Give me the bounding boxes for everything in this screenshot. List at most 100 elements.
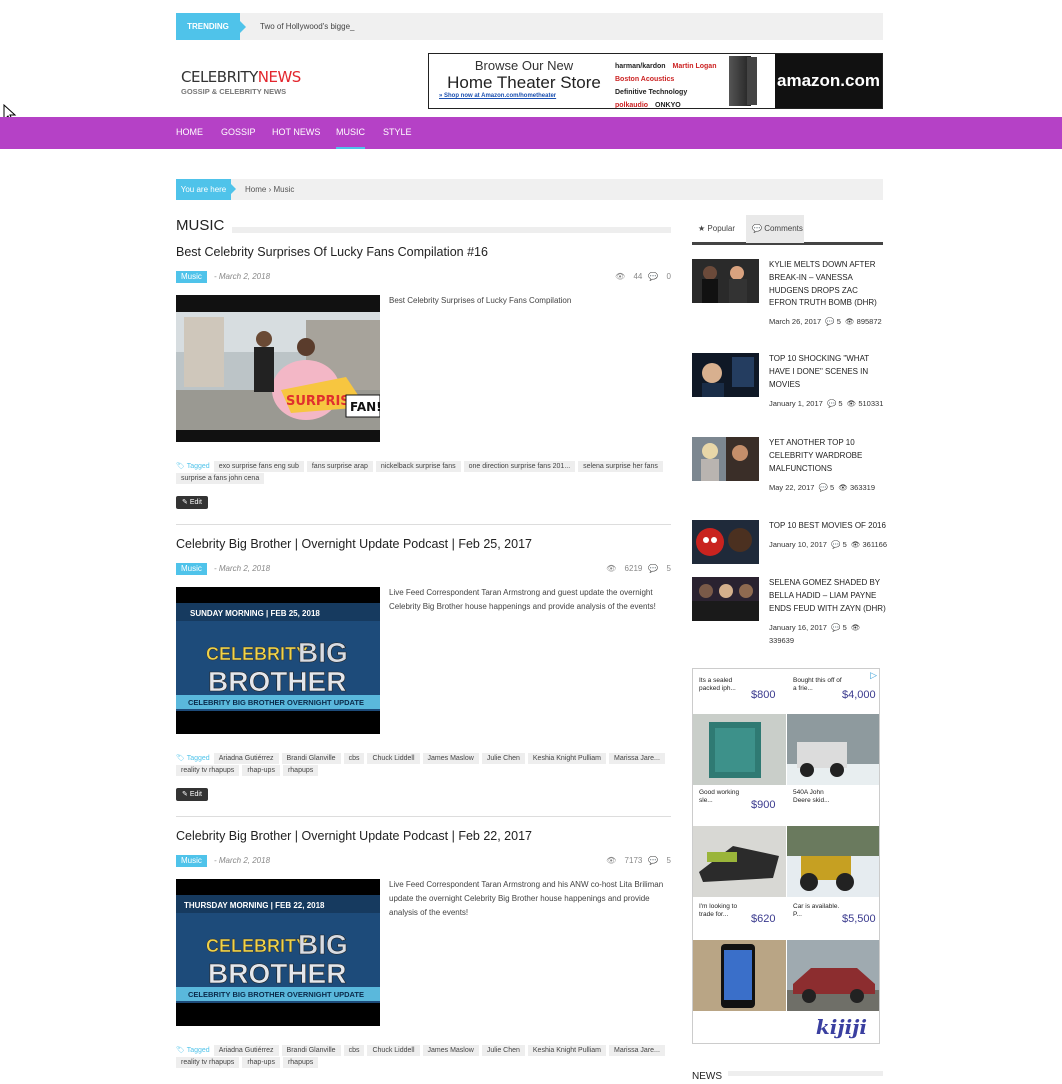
- popular-meta: January 1, 2017 💬 5 👁 510331: [769, 399, 884, 408]
- view-count: 44: [633, 272, 643, 281]
- eye-icon: 👁: [606, 856, 617, 865]
- popular-title[interactable]: SELENA GOMEZ SHADED BY BELLA HADID – LIA…: [769, 577, 887, 615]
- popular-title[interactable]: KYLIE MELTS DOWN AFTER BREAK-IN – VANESS…: [769, 259, 887, 310]
- speaker-image-2: [747, 57, 757, 105]
- comment-count: 0: [666, 272, 671, 281]
- tag-link[interactable]: rhap-ups: [242, 1057, 280, 1068]
- site-logo[interactable]: CELEBRITYNEWS GOSSIP & CELEBRITY NEWS: [181, 68, 301, 96]
- tag-link[interactable]: reality tv rhapups: [176, 1057, 240, 1068]
- tag-link[interactable]: Brandi Glanville: [281, 753, 341, 764]
- tag-link[interactable]: cbs: [343, 753, 365, 764]
- edit-button[interactable]: ✎ Edit: [176, 788, 208, 801]
- post-thumbnail[interactable]: THURSDAY MORNING | FEB 22, 2018 CELEBRIT…: [176, 879, 380, 1026]
- post-title[interactable]: Celebrity Big Brother | Overnight Update…: [176, 537, 671, 553]
- tag-link[interactable]: Chuck Liddell: [367, 753, 420, 764]
- view-count: 6219: [624, 564, 643, 573]
- post-thumbnail[interactable]: SURPRISE! FAN!: [176, 295, 380, 442]
- kijiji-ad[interactable]: ▷ Its a sealed packed iph... $800 Bought…: [692, 668, 880, 1044]
- nav-gossip[interactable]: GOSSIP: [221, 117, 256, 149]
- tag-link[interactable]: Ariadna Gutiérrez: [213, 1045, 279, 1056]
- nav-music[interactable]: MUSIC: [336, 117, 365, 149]
- logo-celebrity: CELEBRITY: [181, 68, 258, 86]
- post-date: - March 2, 2018: [214, 856, 271, 865]
- ad-image[interactable]: [693, 826, 786, 897]
- popular-meta: January 16, 2017 💬 5 👁 339639: [769, 623, 861, 645]
- ad-image[interactable]: [787, 940, 879, 1011]
- ad-listing[interactable]: Its a sealed packed iph... $800: [693, 669, 786, 785]
- category-badge[interactable]: Music: [176, 563, 207, 575]
- popular-thumbnail[interactable]: [692, 259, 759, 303]
- nav-home[interactable]: HOME: [176, 117, 203, 149]
- nav-hot-news[interactable]: HOT NEWS: [272, 117, 320, 149]
- tag-link[interactable]: Keshia Knight Pulliam: [527, 1045, 606, 1056]
- tag-link[interactable]: Chuck Liddell: [367, 1045, 420, 1056]
- popular-title[interactable]: YET ANOTHER TOP 10 CELEBRITY WARDROBE MA…: [769, 437, 887, 475]
- post-item: Celebrity Big Brother | Overnight Update…: [176, 829, 671, 1079]
- category-badge[interactable]: Music: [176, 271, 207, 283]
- tag-link[interactable]: Julie Chen: [481, 753, 525, 764]
- post-title[interactable]: Celebrity Big Brother | Overnight Update…: [176, 829, 671, 845]
- trending-headline[interactable]: Two of Hollywood's bigge_: [260, 13, 354, 41]
- tag-link[interactable]: surprise a fans john cena: [176, 473, 265, 484]
- tag-link[interactable]: reality tv rhapups: [176, 765, 240, 776]
- popular-thumbnail[interactable]: [692, 437, 759, 481]
- popular-title[interactable]: TOP 10 BEST MOVIES OF 2016: [769, 520, 887, 533]
- tag-link[interactable]: Marissa Jare...: [608, 753, 665, 764]
- nav-style[interactable]: STYLE: [383, 117, 412, 149]
- trending-bar: TRENDING Two of Hollywood's bigge_: [176, 13, 883, 40]
- tag-link[interactable]: rhapups: [282, 1057, 319, 1068]
- tab-popular[interactable]: ★ Popular: [698, 215, 735, 243]
- ad-listing[interactable]: Bought this off of a frie... $4,000: [787, 669, 879, 785]
- star-icon: ★: [698, 224, 706, 233]
- ad-image[interactable]: [693, 940, 786, 1011]
- tag-link[interactable]: selena surprise her fans: [578, 461, 663, 472]
- banner-ad[interactable]: Browse Our New Home Theater Store » Shop…: [428, 53, 883, 109]
- popular-item[interactable]: SELENA GOMEZ SHADED BY BELLA HADID – LIA…: [692, 577, 886, 649]
- comment-icon: 💬: [648, 856, 659, 865]
- breadcrumb-path[interactable]: Home › Music: [245, 179, 294, 200]
- ad-image[interactable]: [787, 826, 879, 897]
- popular-title[interactable]: TOP 10 SHOCKING "WHAT HAVE I DONE" SCENE…: [769, 353, 887, 391]
- post-item: Celebrity Big Brother | Overnight Update…: [176, 537, 671, 812]
- tag-link[interactable]: cbs: [343, 1045, 365, 1056]
- tag-link[interactable]: rhapups: [282, 765, 319, 776]
- category-badge[interactable]: Music: [176, 855, 207, 867]
- kijiji-logo: kijiji: [815, 1015, 867, 1039]
- thumb-caption-2: FAN!: [350, 400, 380, 414]
- tag-link[interactable]: one direction surprise fans 201...: [463, 461, 576, 472]
- tag-link[interactable]: James Maslow: [422, 1045, 479, 1056]
- eye-icon: 👁: [615, 272, 626, 281]
- tag-link[interactable]: Marissa Jare...: [608, 1045, 665, 1056]
- edit-button[interactable]: ✎ Edit: [176, 496, 208, 509]
- tag-link[interactable]: Brandi Glanville: [281, 1045, 341, 1056]
- post-title[interactable]: Best Celebrity Surprises Of Lucky Fans C…: [176, 245, 671, 261]
- tag-link[interactable]: exo surprise fans eng sub: [213, 461, 304, 472]
- section-title: MUSIC: [176, 217, 671, 235]
- popular-item[interactable]: YET ANOTHER TOP 10 CELEBRITY WARDROBE MA…: [692, 437, 883, 517]
- popular-item[interactable]: TOP 10 SHOCKING "WHAT HAVE I DONE" SCENE…: [692, 353, 883, 433]
- popular-item[interactable]: KYLIE MELTS DOWN AFTER BREAK-IN – VANESS…: [692, 259, 883, 347]
- popular-thumbnail[interactable]: [692, 577, 759, 621]
- popular-thumbnail[interactable]: [692, 353, 759, 397]
- tag-link[interactable]: Keshia Knight Pulliam: [527, 753, 606, 764]
- tag-link[interactable]: Julie Chen: [481, 1045, 525, 1056]
- post-tags: 🏷 Tagged exo surprise fans eng sub fans su…: [176, 461, 671, 485]
- thumb-word-3: BROTHER: [208, 958, 346, 989]
- view-count: 7173: [624, 856, 643, 865]
- ad-link[interactable]: » Shop now at Amazon.com/hometheater: [439, 93, 609, 99]
- post-date: - March 2, 2018: [214, 564, 271, 573]
- tag-link[interactable]: James Maslow: [422, 753, 479, 764]
- tag-icon: 🏷 Tagged: [176, 1047, 210, 1054]
- tag-link[interactable]: fans surprise arap: [306, 461, 373, 472]
- tag-link[interactable]: nickelback surprise fans: [375, 461, 461, 472]
- tag-link[interactable]: rhap-ups: [242, 765, 280, 776]
- popular-thumbnail[interactable]: [692, 520, 759, 564]
- tag-link[interactable]: Ariadna Gutiérrez: [213, 753, 279, 764]
- popular-item[interactable]: TOP 10 BEST MOVIES OF 2016 January 10, 2…: [692, 520, 887, 580]
- ad-line2: Home Theater Store: [447, 73, 601, 92]
- popular-meta: January 10, 2017 💬 5 👁 361166: [769, 540, 887, 549]
- brand-harman: harman/kardon: [615, 63, 666, 70]
- tab-comments[interactable]: 💬 Comments: [746, 215, 804, 243]
- thumb-word-2: BIG: [298, 929, 348, 960]
- post-thumbnail[interactable]: SUNDAY MORNING | FEB 25, 2018 CELEBRITY …: [176, 587, 380, 734]
